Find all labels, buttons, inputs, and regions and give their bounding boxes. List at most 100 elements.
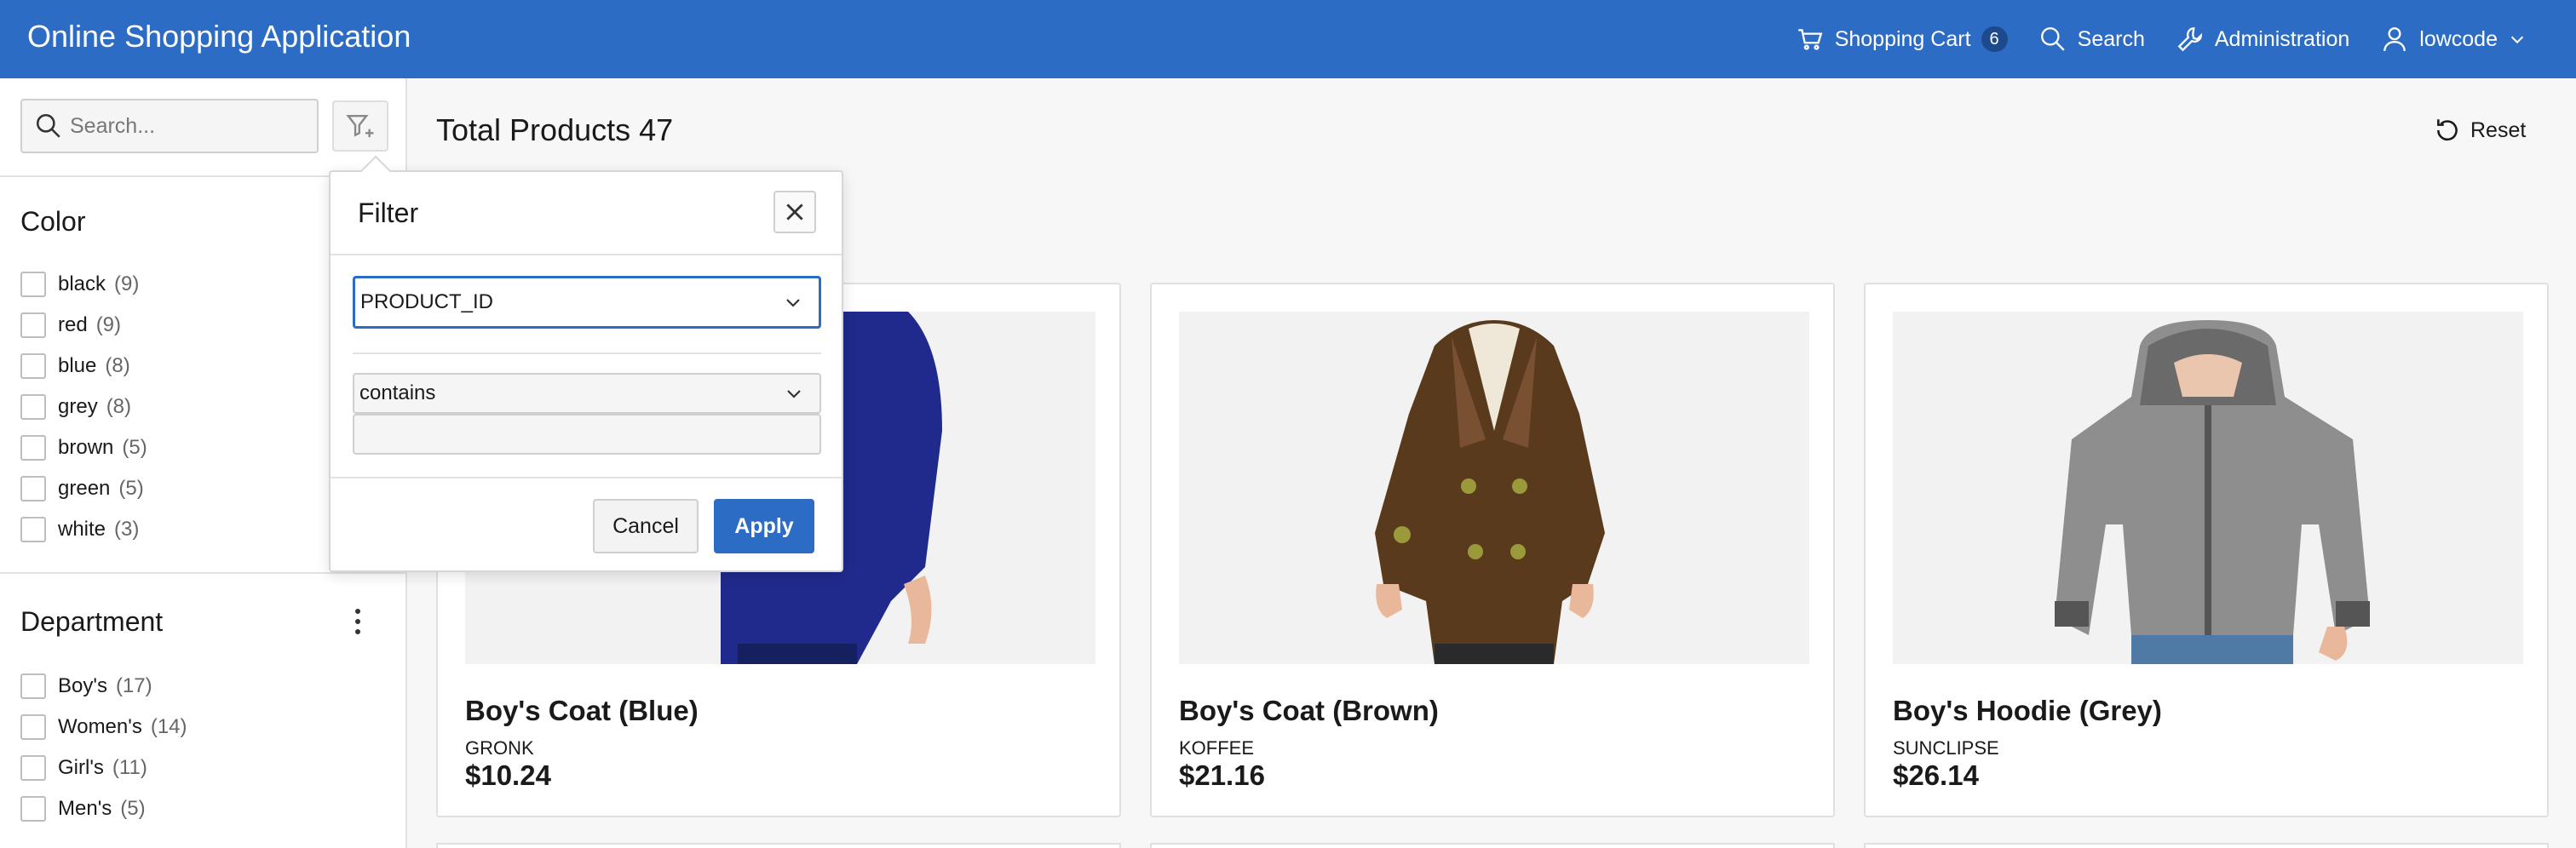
app-title[interactable]: Online Shopping Application [27,19,411,54]
filter-value-input[interactable] [353,414,821,455]
facet-title-color: Color [20,206,86,237]
reset-label: Reset [2470,117,2527,142]
checkbox[interactable] [20,755,46,781]
nav-administration[interactable]: Administration [2160,0,2365,78]
close-button[interactable] [773,191,816,233]
nav-user-label: lowcode [2419,26,2498,51]
product-card[interactable]: Boy's Hoodie (Grey) SUNCLIPSE $26.14 [1864,283,2549,817]
checkbox[interactable] [20,476,46,501]
product-card[interactable]: Boy's Coat (Brown) KOFFEE $21.16 [1150,283,1835,817]
cart-icon [1797,29,1823,50]
facet-option-count: (14) [150,715,187,738]
product-name[interactable]: Boy's Hoodie (Grey) [1893,695,2162,727]
facet-option-label: white [58,518,106,541]
facet-option-label: red [58,313,88,336]
close-icon [786,203,803,221]
top-nav: Shopping Cart 6 Search Administration lo… [1780,0,2542,78]
checkbox[interactable] [20,394,46,420]
facet-option[interactable]: Men's (5) [20,788,187,829]
product-price: $21.16 [1179,759,1265,791]
nav-search-label: Search [2077,26,2145,51]
product-brand: KOFFEE [1179,737,1255,759]
filter-popup-title: Filter [358,198,419,228]
facet-option-label: grey [58,395,98,418]
wrench-icon [2177,27,2202,52]
nav-shopping-cart[interactable]: Shopping Cart 6 [1780,0,2023,78]
product-name[interactable]: Boy's Coat (Brown) [1179,695,1439,727]
facet-option-count: (8) [105,354,130,377]
product-price: $10.24 [465,759,551,791]
product-image-coat-brown [1179,312,1809,664]
checkbox[interactable] [20,796,46,822]
facet-option-label: Boy's [58,674,107,697]
filter-operator-select[interactable]: contains [353,373,821,414]
product-card-partial[interactable] [1864,843,2549,848]
apply-button[interactable]: Apply [714,499,814,553]
facet-option-count: (11) [112,756,147,779]
facet-option[interactable]: black (9) [20,264,147,305]
checkbox[interactable] [20,353,46,379]
facet-option[interactable]: Girl's (11) [20,748,187,788]
facet-search-input[interactable] [70,113,308,139]
cancel-button[interactable]: Cancel [593,499,699,553]
facet-option[interactable]: brown (5) [20,427,147,468]
facet-option[interactable]: green (5) [20,468,147,509]
filter-column-select[interactable]: PRODUCT_ID [353,276,821,329]
facet-option[interactable]: Boy's (17) [20,666,187,707]
facet-option[interactable]: red (9) [20,305,147,346]
nav-search[interactable]: Search [2023,0,2160,78]
nav-user-menu[interactable]: lowcode [2365,0,2542,78]
product-brand: SUNCLIPSE [1893,737,1999,759]
app-header: Online Shopping Application Shopping Car… [0,0,2576,78]
facet-option[interactable]: grey (8) [20,387,147,427]
reset-button[interactable]: Reset [2433,116,2526,145]
product-brand: GRONK [465,737,534,759]
facet-search[interactable] [20,99,319,153]
divider [353,352,821,354]
facet-option-label: brown [58,436,114,459]
facet-option-count: (5) [118,477,144,500]
nav-admin-label: Administration [2214,26,2350,51]
user-icon [2383,27,2406,51]
checkbox[interactable] [20,435,46,461]
product-card-partial[interactable] [436,843,1121,848]
facet-option-label: green [58,477,111,500]
facet-option[interactable]: Women's (14) [20,707,187,748]
divider [331,477,842,478]
filter-popup: Filter PRODUCT_ID contains Cancel Apply [329,155,843,572]
divider [0,572,407,574]
filter-operator-value: contains [359,381,436,404]
nav-cart-label: Shopping Cart [1834,26,1971,51]
checkbox[interactable] [20,517,46,542]
total-products-heading: Total Products 47 [436,112,674,147]
facet-option-count: (5) [120,797,146,820]
more-options-icon[interactable] [348,603,368,640]
facet-option-count: (9) [114,272,140,295]
checkbox[interactable] [20,673,46,699]
search-icon [36,113,60,138]
product-image[interactable] [1893,312,2523,664]
checkbox[interactable] [20,312,46,338]
facet-option-count: (8) [106,395,132,418]
facet-option[interactable]: blue (8) [20,346,147,387]
facet-option-count: (17) [115,674,152,697]
chevron-down-icon [787,390,801,398]
chevron-down-icon [2510,36,2524,44]
product-name[interactable]: Boy's Coat (Blue) [465,695,699,727]
checkbox[interactable] [20,714,46,740]
filter-column-value: PRODUCT_ID [360,290,494,313]
facet-option[interactable]: white (3) [20,509,147,550]
product-image[interactable] [1179,312,1809,664]
facet-option-count: (5) [122,436,147,459]
reset-icon [2437,119,2458,141]
checkbox[interactable] [20,272,46,297]
facet-option-label: Men's [58,797,112,820]
product-card-partial[interactable] [1150,843,1835,848]
facet-option-label: blue [58,354,97,377]
add-filter-button[interactable] [332,100,388,152]
facet-option-label: black [58,272,106,295]
search-icon [2040,27,2065,51]
product-image-hoodie-grey [1893,312,2523,664]
facet-title-department: Department [20,606,164,637]
facet-list-color: black (9) red (9) blue (8) grey (8) brown (5)… [20,264,147,550]
